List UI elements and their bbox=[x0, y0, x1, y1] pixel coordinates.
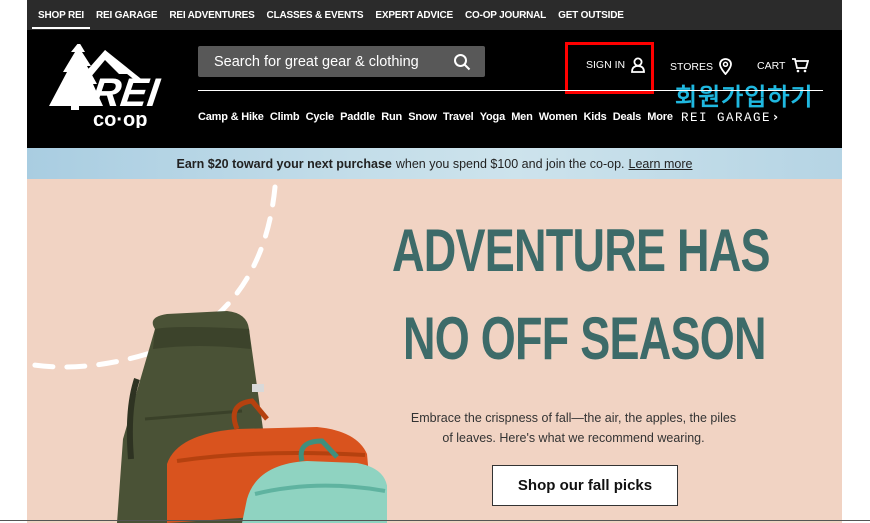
sign-in-link[interactable]: SIGN IN bbox=[586, 57, 645, 73]
promo-banner: Earn $20 toward your next purchase when … bbox=[27, 148, 842, 179]
stores-link[interactable]: STORES bbox=[670, 58, 732, 75]
hero-headline-line-2: NO OFF SEASON bbox=[403, 305, 767, 372]
cart-icon bbox=[792, 58, 810, 73]
svg-text:co·op: co·op bbox=[93, 109, 147, 128]
category-snow[interactable]: Snow bbox=[408, 111, 437, 123]
search-icon[interactable] bbox=[453, 53, 471, 71]
stores-label: STORES bbox=[670, 60, 713, 73]
cart-link[interactable]: CART bbox=[757, 58, 810, 73]
page-bottom-rule bbox=[0, 520, 870, 521]
promo-bold-text: Earn $20 toward your next purchase bbox=[176, 156, 392, 171]
util-nav-coop-journal[interactable]: CO-OP JOURNAL bbox=[465, 10, 546, 21]
rei-logo[interactable]: REI co·op bbox=[45, 44, 175, 128]
hero-section: ADVENTURE HAS NO OFF SEASON Embrace the … bbox=[27, 179, 842, 523]
category-run[interactable]: Run bbox=[381, 111, 402, 123]
sign-in-label: SIGN IN bbox=[586, 59, 626, 71]
category-kids[interactable]: Kids bbox=[584, 111, 607, 123]
backpacks-image bbox=[27, 184, 387, 523]
rei-garage-label: REI GARAGE bbox=[680, 111, 771, 125]
category-women[interactable]: Women bbox=[539, 111, 578, 123]
category-paddle[interactable]: Paddle bbox=[340, 111, 375, 123]
hero-headline-line-1: ADVENTURE HAS bbox=[392, 217, 771, 284]
search-placeholder[interactable]: Search for great gear & clothing bbox=[214, 54, 453, 70]
category-climb[interactable]: Climb bbox=[270, 111, 300, 123]
util-nav-get-outside[interactable]: GET OUTSIDE bbox=[558, 10, 624, 21]
hero-body-line-2: of leaves. Here's what we recommend wear… bbox=[442, 431, 705, 445]
shop-fall-picks-button[interactable]: Shop our fall picks bbox=[492, 465, 678, 506]
promo-text: when you spend $100 and join the co-op. bbox=[395, 156, 625, 171]
category-camp-hike[interactable]: Camp & Hike bbox=[198, 111, 264, 123]
util-nav-rei-adventures[interactable]: REI ADVENTURES bbox=[169, 10, 254, 21]
category-men[interactable]: Men bbox=[511, 111, 533, 123]
learn-more-link[interactable]: Learn more bbox=[629, 157, 693, 171]
site-header: REI co·op Search for great gear & clothi… bbox=[27, 30, 842, 148]
location-pin-icon bbox=[719, 58, 732, 75]
category-yoga[interactable]: Yoga bbox=[480, 111, 505, 123]
category-more[interactable]: More bbox=[647, 111, 673, 123]
user-icon bbox=[631, 57, 645, 73]
page-frame: SHOP REI REI GARAGE REI ADVENTURES CLASS… bbox=[27, 0, 842, 523]
rei-garage-nav-link[interactable]: REI GARAGE › bbox=[681, 109, 780, 125]
utility-nav: SHOP REI REI GARAGE REI ADVENTURES CLASS… bbox=[27, 0, 842, 30]
category-nav: Camp & Hike Climb Cycle Paddle Run Snow … bbox=[198, 109, 780, 125]
util-nav-rei-garage[interactable]: REI GARAGE bbox=[96, 10, 158, 21]
cart-label: CART bbox=[757, 59, 786, 72]
hero-body-line-1: Embrace the crispness of fall—the air, t… bbox=[410, 411, 737, 425]
header-divider bbox=[198, 90, 823, 91]
search-bar[interactable]: Search for great gear & clothing bbox=[198, 46, 485, 77]
chevron-right-icon: › bbox=[772, 109, 780, 124]
util-nav-classes-events[interactable]: CLASSES & EVENTS bbox=[267, 10, 364, 21]
category-travel[interactable]: Travel bbox=[443, 111, 474, 123]
util-nav-expert-advice[interactable]: EXPERT ADVICE bbox=[375, 10, 453, 21]
korean-annotation-signup: 회원가입하기 bbox=[675, 84, 814, 111]
category-deals[interactable]: Deals bbox=[613, 111, 642, 123]
util-nav-shop-rei[interactable]: SHOP REI bbox=[31, 10, 91, 29]
category-cycle[interactable]: Cycle bbox=[306, 111, 335, 123]
hero-body-text: Embrace the crispness of fall—the air, t… bbox=[399, 408, 748, 448]
